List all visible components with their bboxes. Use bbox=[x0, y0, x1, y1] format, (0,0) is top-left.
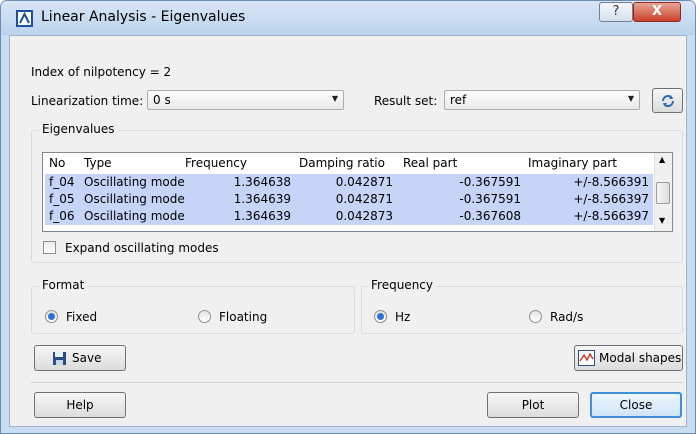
modal-shapes-button-label: Modal shapes bbox=[599, 351, 682, 365]
cell-type: Oscillating mode bbox=[84, 192, 185, 206]
linearization-time-value: 0 s bbox=[153, 93, 171, 107]
scrollbar-thumb[interactable] bbox=[656, 182, 670, 204]
bottom-separator bbox=[31, 382, 683, 383]
app-icon bbox=[16, 10, 33, 27]
frequency-rads-radio[interactable] bbox=[529, 310, 542, 323]
eigenvalues-table[interactable]: No Type Frequency Damping ratio Real par… bbox=[42, 152, 673, 232]
cell-frequency: 1.364639 bbox=[233, 192, 291, 206]
frequency-group-title: Frequency bbox=[368, 278, 436, 292]
title-bar: Linear Analysis - Eigenvalues ? X bbox=[1, 1, 695, 35]
cell-no: f_04 bbox=[49, 175, 75, 189]
cell-imaginary-part: +/-8.566397 bbox=[573, 209, 649, 223]
column-header-imaginary-part[interactable]: Imaginary part bbox=[528, 153, 617, 173]
table-row[interactable]: f_06 Oscillating mode 1.364639 0.042873 … bbox=[45, 208, 653, 225]
cell-type: Oscillating mode bbox=[84, 175, 185, 189]
title-close-button[interactable]: X bbox=[633, 2, 681, 22]
format-floating-label: Floating bbox=[219, 310, 268, 324]
table-row[interactable]: f_05 Oscillating mode 1.364639 0.042871 … bbox=[45, 191, 653, 208]
expand-oscillating-modes-checkbox[interactable] bbox=[43, 241, 56, 254]
table-scrollbar[interactable]: ▲ ▼ bbox=[654, 153, 672, 231]
modal-shapes-button[interactable]: Modal shapes bbox=[574, 345, 683, 371]
format-fixed-radio[interactable] bbox=[45, 310, 58, 323]
cell-imaginary-part: +/-8.566391 bbox=[573, 175, 649, 189]
scroll-up-icon[interactable]: ▲ bbox=[659, 155, 665, 164]
floppy-disk-icon bbox=[53, 352, 66, 365]
save-button-label: Save bbox=[72, 351, 102, 365]
cell-real-part: -0.367608 bbox=[459, 209, 521, 223]
chevron-down-icon: ▼ bbox=[627, 94, 634, 103]
chevron-down-icon: ▼ bbox=[331, 94, 338, 103]
frequency-rads-label: Rad/s bbox=[550, 310, 584, 324]
refresh-button[interactable] bbox=[652, 88, 683, 113]
cell-frequency: 1.364639 bbox=[233, 209, 291, 223]
column-header-frequency[interactable]: Frequency bbox=[185, 153, 247, 173]
scroll-down-icon[interactable]: ▼ bbox=[659, 216, 665, 225]
cell-type: Oscillating mode bbox=[84, 209, 185, 223]
cell-damping-ratio: 0.042871 bbox=[335, 175, 393, 189]
format-floating-radio[interactable] bbox=[198, 310, 211, 323]
eigenvalues-group-title: Eigenvalues bbox=[39, 122, 118, 136]
column-header-no[interactable]: No bbox=[49, 153, 65, 173]
column-header-type[interactable]: Type bbox=[84, 153, 112, 173]
cell-no: f_05 bbox=[49, 192, 75, 206]
modal-shapes-icon bbox=[578, 350, 595, 366]
dialog-window: Linear Analysis - Eigenvalues ? X Index … bbox=[0, 0, 696, 434]
result-set-value: ref bbox=[450, 93, 467, 107]
cell-no: f_06 bbox=[49, 209, 75, 223]
title-help-button[interactable]: ? bbox=[599, 2, 633, 22]
format-fixed-label: Fixed bbox=[66, 310, 98, 324]
linearization-time-combo[interactable]: 0 s ▼ bbox=[147, 90, 344, 110]
plot-button[interactable]: Plot bbox=[487, 392, 579, 418]
result-set-combo[interactable]: ref ▼ bbox=[444, 90, 640, 110]
refresh-icon bbox=[661, 95, 674, 107]
frequency-hz-label: Hz bbox=[395, 310, 411, 324]
close-button[interactable]: Close bbox=[590, 392, 682, 418]
cell-real-part: -0.367591 bbox=[459, 175, 521, 189]
column-header-real-part[interactable]: Real part bbox=[403, 153, 457, 173]
cell-frequency: 1.364638 bbox=[233, 175, 291, 189]
frequency-hz-radio[interactable] bbox=[374, 310, 387, 323]
cell-imaginary-part: +/-8.566397 bbox=[573, 192, 649, 206]
cell-damping-ratio: 0.042873 bbox=[335, 209, 393, 223]
result-set-label: Result set: bbox=[374, 94, 438, 108]
format-group-title: Format bbox=[39, 278, 88, 292]
linearization-time-label: Linearization time: bbox=[31, 94, 144, 108]
help-button[interactable]: Help bbox=[34, 392, 126, 418]
nilpotency-label: Index of nilpotency = 2 bbox=[31, 65, 172, 79]
table-row[interactable]: f_04 Oscillating mode 1.364638 0.042871 … bbox=[45, 174, 653, 191]
window-title: Linear Analysis - Eigenvalues bbox=[41, 9, 246, 25]
save-button[interactable]: Save bbox=[34, 345, 126, 371]
expand-oscillating-modes-label: Expand oscillating modes bbox=[65, 241, 219, 255]
column-header-damping-ratio[interactable]: Damping ratio bbox=[299, 153, 385, 173]
cell-real-part: -0.367591 bbox=[459, 192, 521, 206]
cell-damping-ratio: 0.042871 bbox=[335, 192, 393, 206]
